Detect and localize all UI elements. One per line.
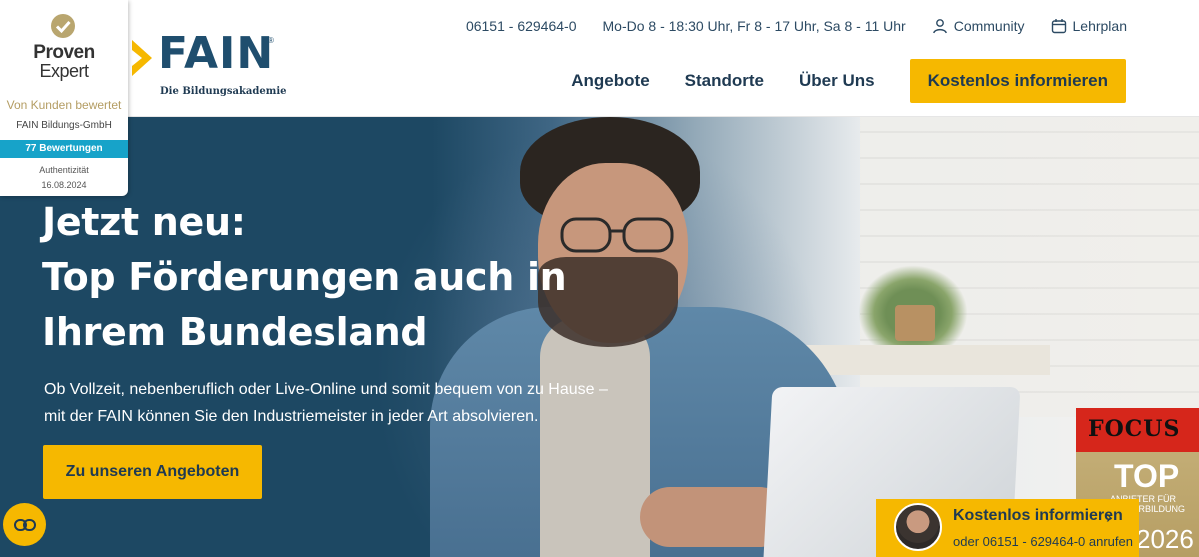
hero-title: Jetzt neu: Top Förderungen auch in Ihrem… [42, 195, 567, 360]
focus-badge-title: TOP [1114, 458, 1180, 494]
logo-tagline: Die Bildungsakademie [160, 86, 287, 97]
cookie-settings-button[interactable] [3, 503, 46, 546]
sticky-contact-title[interactable]: Kostenlos informieren [953, 507, 1123, 525]
header-cta-button[interactable]: Kostenlos informieren [909, 59, 1126, 103]
proven-expert-brand-line2: Expert [39, 61, 89, 81]
calendar-icon [1051, 19, 1066, 34]
proven-expert-company: FAIN Bildungs-GmbH [16, 120, 112, 131]
focus-badge-header: FOCUS [1076, 408, 1199, 452]
checkmark-icon [51, 14, 75, 38]
opening-hours: Mo-Do 8 - 18:30 Uhr, Fr 8 - 17 Uhr, Sa 8… [602, 18, 906, 34]
proven-expert-rated-text: Von Kunden bewertet [6, 98, 122, 112]
sticky-contact-phone[interactable]: oder 06151 - 629464-0 anrufen [953, 534, 1133, 549]
site-header: FAIN ® Die Bildungsakademie 06151 - 6294… [0, 0, 1199, 117]
chevron-right-icon: › [1106, 507, 1112, 527]
advisor-avatar [894, 503, 942, 551]
offers-button[interactable]: Zu unseren Angeboten [43, 445, 262, 499]
proven-expert-badge[interactable]: Proven Expert Von Kunden bewertet FAIN B… [0, 0, 128, 196]
nav-item-ueber-uns[interactable]: Über Uns [799, 71, 875, 91]
main-navigation: Angebote Standorte Über Uns Kostenlos in… [571, 59, 1126, 103]
nav-item-standorte[interactable]: Standorte [685, 71, 764, 91]
proven-expert-authenticity-label: Authentizität [39, 165, 89, 175]
hero-title-line-2: Top Förderungen auch in [42, 255, 567, 299]
hero-photo-glasses [560, 217, 674, 253]
hero-description-line-1: Ob Vollzeit, nebenberuflich oder Live-On… [44, 381, 608, 398]
hero-photo-pot [895, 305, 935, 341]
curriculum-label: Lehrplan [1072, 18, 1128, 34]
nav-item-angebote[interactable]: Angebote [571, 71, 649, 91]
focus-logo: FOCUS [1088, 416, 1181, 442]
hero-description: Ob Vollzeit, nebenberuflich oder Live-On… [44, 376, 608, 430]
logo-wordmark: FAIN [158, 28, 275, 79]
hero-section: Jetzt neu: Top Förderungen auch in Ihrem… [0, 117, 1199, 557]
user-icon [932, 19, 947, 34]
proven-expert-review-count[interactable]: 77 Bewertungen [0, 140, 128, 158]
curriculum-link[interactable]: Lehrplan [1051, 18, 1128, 34]
community-link[interactable]: Community [932, 18, 1025, 34]
hero-title-line-1: Jetzt neu: [42, 200, 246, 244]
hero-title-line-3: Ihrem Bundesland [42, 310, 428, 354]
header-topbar: 06151 - 629464-0 Mo-Do 8 - 18:30 Uhr, Fr… [440, 18, 1127, 34]
hero-description-line-2: mit der FAIN können Sie den Industriemei… [44, 408, 539, 425]
fain-logo[interactable]: FAIN ® Die Bildungsakademie [118, 32, 288, 102]
community-label: Community [953, 18, 1025, 34]
cookie-consent-icon [13, 518, 36, 531]
proven-expert-date: 16.08.2024 [41, 180, 87, 190]
sticky-contact-bar[interactable]: Kostenlos informieren › oder 06151 - 629… [876, 499, 1139, 557]
phone-link[interactable]: 06151 - 629464-0 [466, 18, 577, 34]
logo-registered-mark: ® [268, 36, 274, 45]
focus-badge-year: 2026 [1136, 524, 1194, 554]
